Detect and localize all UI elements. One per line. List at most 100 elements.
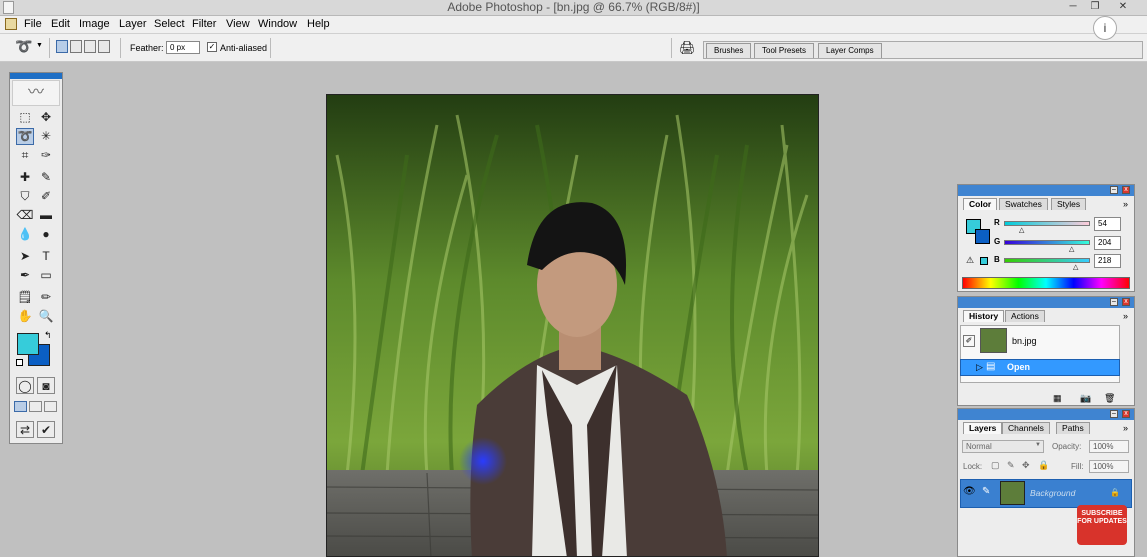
fill-input[interactable]: 100% [1089,460,1129,473]
slice-tool-icon[interactable]: ✑ [37,147,55,164]
snapshot-thumbnail[interactable] [980,328,1007,353]
blur-tool-icon[interactable]: 💧 [16,226,34,243]
color-panel-header[interactable]: – x [958,185,1134,196]
quick-mask-mode-icon[interactable]: ◙ [37,377,55,394]
brush-tool-icon[interactable]: ✎ [37,169,55,186]
g-slider[interactable] [1004,240,1090,245]
g-slider-thumb[interactable]: △ [1069,245,1074,253]
menu-file[interactable]: File [24,16,42,33]
file-browser-icon[interactable]: 🖨 [679,40,696,56]
tab-layers[interactable]: Layers [963,422,1003,434]
foreground-color-swatch[interactable] [17,333,39,355]
history-state-label[interactable]: Open [1007,362,1030,372]
lock-position-icon[interactable]: ✥ [1022,460,1030,471]
well-tab-brushes[interactable]: Brushes [706,43,752,58]
lasso-tool-preset-icon[interactable]: ➰ [15,38,32,55]
eye-icon[interactable]: 👁 [963,486,976,497]
dodge-tool-icon[interactable]: ● [37,226,55,243]
r-value[interactable]: 54 [1094,217,1121,231]
lock-transparent-icon[interactable]: ▢ [991,460,1000,471]
menu-filter[interactable]: Filter [192,16,216,33]
marquee-tool-icon[interactable]: ⬚ [16,109,34,126]
default-colors-icon[interactable] [16,359,23,366]
blend-mode-select[interactable]: Normal [962,440,1044,453]
tab-channels[interactable]: Channels [1002,422,1050,434]
swap-colors-icon[interactable]: ↰ [44,330,52,341]
panel-menu-icon[interactable]: » [1123,311,1128,321]
hand-tool-icon[interactable]: ✋ [16,308,34,325]
history-panel-header[interactable]: – x [958,297,1134,308]
restore-icon[interactable]: ❐ [1084,0,1106,14]
intersect-selection-button[interactable] [98,40,110,53]
info-icon[interactable]: i [1093,16,1117,40]
lock-image-icon[interactable]: ✎ [1007,460,1015,471]
subscribe-badge[interactable]: SUBSCRIBE FOR UPDATES [1077,505,1127,545]
opacity-input[interactable]: 100% [1089,440,1129,453]
close-icon[interactable]: ✕ [1112,0,1134,14]
edit-in-imageready-icon[interactable]: ✔ [37,421,55,438]
gamut-swatch[interactable] [980,257,988,265]
new-selection-button[interactable] [56,40,68,53]
close-icon[interactable]: x [1122,410,1130,418]
panel-menu-icon[interactable]: » [1123,199,1128,209]
gamut-warning-icon[interactable]: ⚠ [966,255,974,266]
shape-tool-icon[interactable]: ▭ [37,267,55,284]
minimize-icon[interactable]: – [1110,186,1118,194]
clone-stamp-icon[interactable]: ⛉ [16,188,34,205]
panel-menu-icon[interactable]: » [1123,423,1128,433]
notes-tool-icon[interactable]: 🗒 [16,289,34,306]
healing-brush-icon[interactable]: ✚ [16,169,34,186]
move-tool-icon[interactable]: ✥ [37,109,55,126]
feather-input[interactable]: 0 px [166,41,200,54]
minimize-icon[interactable]: ─ [1062,0,1084,14]
tab-history[interactable]: History [963,310,1005,322]
minimize-icon[interactable]: – [1110,298,1118,306]
menu-image[interactable]: Image [79,16,110,33]
r-slider-thumb[interactable]: △ [1019,226,1024,234]
history-brush-source-icon[interactable]: ✐ [963,335,975,347]
history-state-row[interactable] [960,359,1120,376]
screen-mode-full-menu-icon[interactable] [29,401,42,412]
well-tab-tool-presets[interactable]: Tool Presets [754,43,815,58]
color-bg-swatch[interactable] [975,229,990,244]
type-tool-icon[interactable]: T [37,248,55,265]
add-selection-button[interactable] [70,40,82,53]
close-icon[interactable]: x [1122,298,1130,306]
b-slider-thumb[interactable]: △ [1073,263,1078,271]
snapshot-name[interactable]: bn.jpg [1012,336,1037,346]
screen-mode-standard-icon[interactable] [14,401,27,412]
r-slider[interactable] [1004,221,1090,226]
new-document-from-state-icon[interactable]: ▦ [1053,393,1062,404]
close-icon[interactable]: x [1122,186,1130,194]
screen-mode-full-icon[interactable] [44,401,57,412]
menu-edit[interactable]: Edit [51,16,70,33]
magic-wand-tool-icon[interactable]: ✳ [37,128,55,145]
menu-view[interactable]: View [226,16,250,33]
crop-tool-icon[interactable]: ⌗ [16,147,34,164]
layers-panel-header[interactable]: – x [958,409,1134,420]
subtract-selection-button[interactable] [84,40,96,53]
g-value[interactable]: 204 [1094,236,1121,250]
tab-color[interactable]: Color [963,198,998,210]
minimize-icon[interactable]: – [1110,410,1118,418]
tab-actions[interactable]: Actions [1005,310,1045,322]
chevron-down-icon[interactable]: ▼ [36,42,43,49]
b-value[interactable]: 218 [1094,254,1121,268]
menu-select[interactable]: Select [154,16,185,33]
eyedropper-tool-icon[interactable]: ✏ [37,289,55,306]
toolbox-header[interactable] [10,73,62,79]
lock-all-icon[interactable]: 🔒 [1038,460,1049,471]
eraser-tool-icon[interactable]: ⌫ [16,207,34,224]
menu-window[interactable]: Window [258,16,297,33]
tab-paths[interactable]: Paths [1056,422,1090,434]
gradient-tool-icon[interactable]: ▬ [37,207,55,224]
well-tab-layer-comps[interactable]: Layer Comps [818,43,882,58]
menu-layer[interactable]: Layer [119,16,147,33]
document-canvas[interactable] [326,94,819,557]
tab-swatches[interactable]: Swatches [999,198,1048,210]
path-selection-icon[interactable]: ➤ [16,248,34,265]
photoshop-feather-logo[interactable]: 〰 [12,80,60,106]
color-ramp[interactable] [962,277,1130,289]
history-brush-icon[interactable]: ✐ [37,188,55,205]
jump-to-imageready-icon[interactable]: ⇄ [16,421,34,438]
